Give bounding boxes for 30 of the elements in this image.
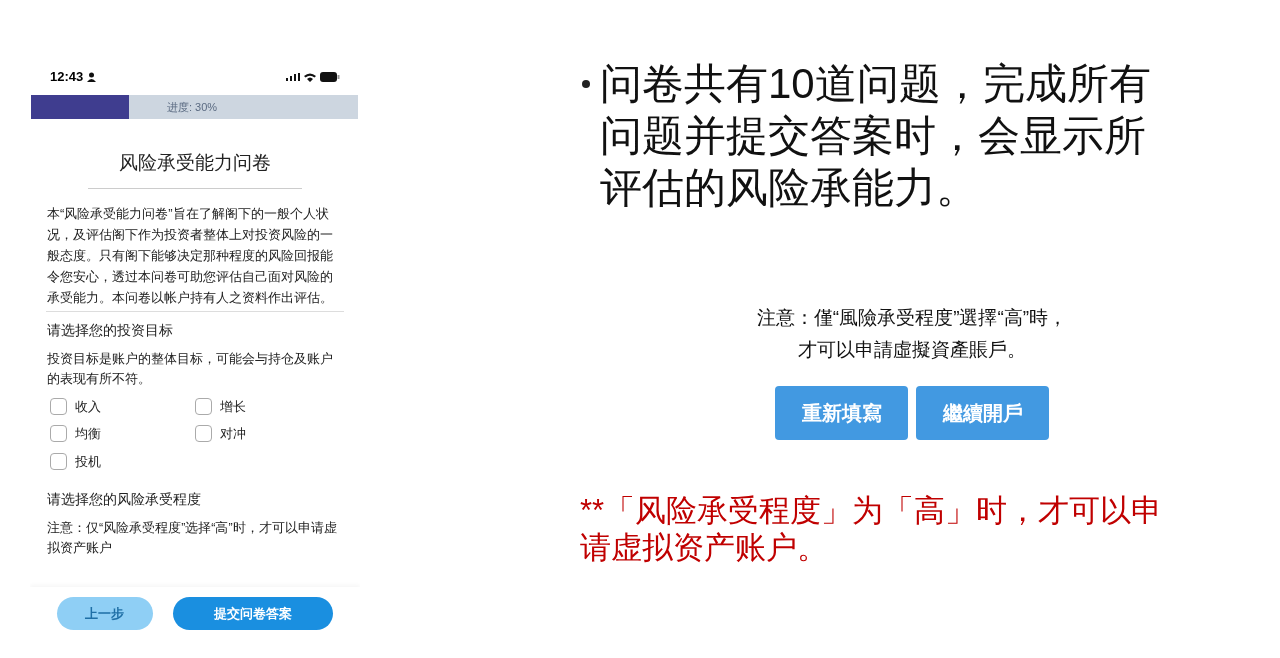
signal-icon — [286, 73, 300, 81]
checkbox[interactable] — [195, 425, 212, 443]
section-heading: 请选择您的投资目标 — [46, 320, 174, 340]
option-label: 投机 — [75, 452, 101, 471]
refill-button[interactable]: 重新填寫 — [775, 386, 908, 440]
option-label: 对冲 — [220, 425, 246, 443]
bullet-text: 问卷共有10道问题，完成所有问题并提交答案时，会显示所评估的风险承能力。 — [600, 59, 1152, 213]
wifi-icon — [304, 72, 316, 82]
questionnaire-title: 风险承受能力问卷 — [118, 151, 272, 175]
remark-text: **「风险承受程度」为「高」时，才可以申请虚拟资产账户。 — [580, 492, 1164, 566]
checkbox[interactable] — [50, 452, 67, 470]
option-label: 均衡 — [75, 425, 101, 443]
intro-paragraph: 本“风险承受能力问卷”旨在了解阁下的一般个人状况，及评估阁下作为投资者整体上对投资风险的一般态度。只有阁下能够决定那种程度的风险回报能令您安心，透过本问卷可助您评估自己面对风险的承受能力。本问卷以帐户持有人之资料作出评估。 — [46, 204, 334, 307]
submit-button[interactable]: 提交问卷答案 — [172, 597, 333, 630]
battery-icon — [320, 72, 340, 82]
status-time: 12:43 — [50, 68, 84, 87]
continue-button[interactable]: 繼續開戶 — [916, 386, 1049, 440]
section-description: 投资目标是账户的整体目标，可能会与持仓及账户的表现有所不符。 — [46, 350, 334, 388]
notice-text: 注意：僅“風險承受程度”選擇“高”時， — [756, 306, 1068, 330]
notice-text: 才可以申請虛擬資產賬戶。 — [798, 338, 1026, 362]
option-label: 收入 — [75, 397, 101, 416]
section-description: 注意：仅“风险承受程度”选择“高”时，才可以申请虚拟资产账户 — [46, 520, 338, 557]
person-icon — [87, 72, 97, 82]
checkbox[interactable] — [50, 397, 67, 415]
section-heading: 请选择您的风险承受程度 — [46, 490, 202, 509]
checkbox[interactable] — [50, 425, 67, 443]
progress-label: 进度: 30% — [167, 100, 218, 115]
checkbox[interactable] — [195, 397, 212, 415]
bullet-icon — [582, 80, 590, 88]
option-label: 增长 — [220, 397, 246, 416]
